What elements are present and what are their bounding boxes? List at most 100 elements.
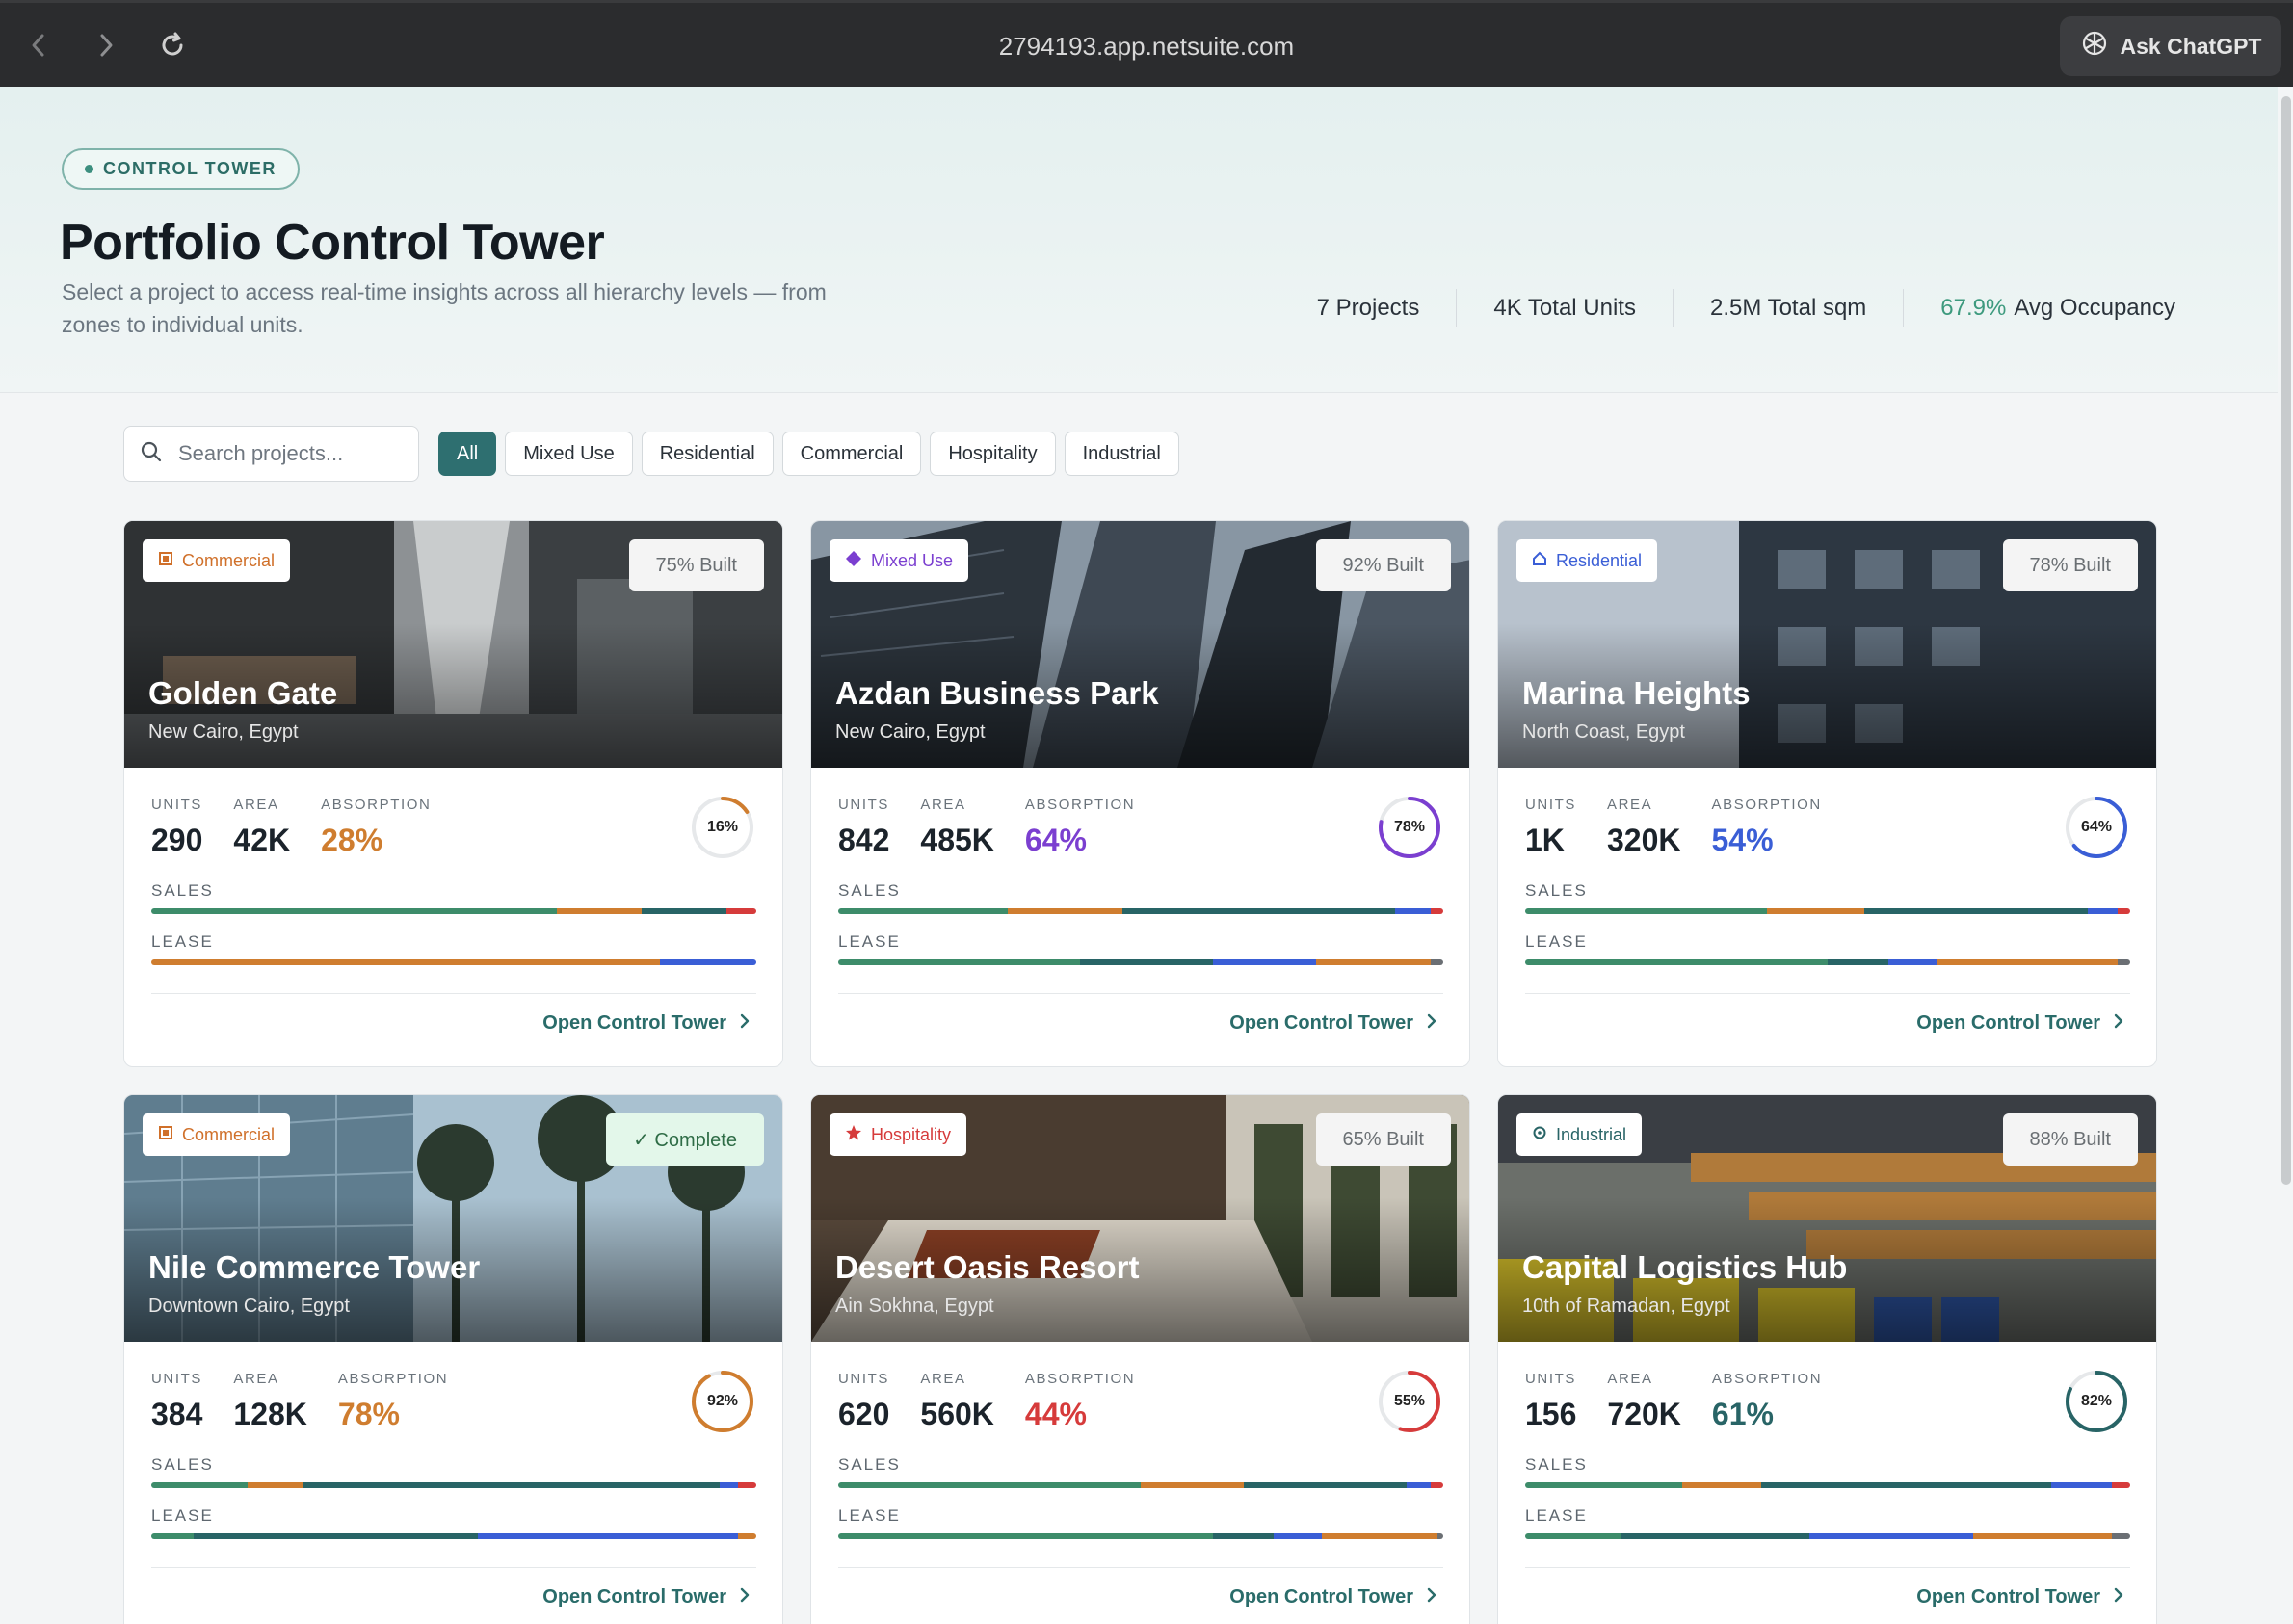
filter-chip-all[interactable]: All [438, 432, 497, 476]
metric-area: AREA 560K [920, 1371, 994, 1432]
metric-area: AREA 128K [233, 1371, 307, 1432]
project-type-badge: Industrial [1516, 1113, 1643, 1156]
project-card[interactable]: Residential 78% Built Marina Heights North … [1497, 520, 2157, 1067]
filter-chip-mixed-use[interactable]: Mixed Use [505, 432, 633, 476]
page-scrollbar[interactable] [2281, 96, 2291, 1185]
lease-bar-segment [1316, 959, 1432, 965]
lease-bar-segment [1828, 959, 1888, 965]
lease-label: LEASE [1525, 932, 1588, 951]
sales-bar-segment [248, 1482, 303, 1488]
sales-bar-segment [1394, 908, 1432, 914]
gear-icon [1532, 1125, 1547, 1145]
filter-chip-industrial[interactable]: Industrial [1064, 432, 1179, 476]
project-type-label: Commercial [182, 550, 276, 570]
open-control-tower-link[interactable]: Open Control Tower [1916, 1012, 2123, 1035]
sales-bar [151, 908, 756, 914]
lease-bar [151, 959, 756, 965]
lease-label: LEASE [151, 932, 214, 951]
project-card[interactable]: Industrial 88% Built Capital Logistics Hub… [1497, 1094, 2157, 1624]
chatgpt-logo-icon [2080, 29, 2109, 64]
filter-chip-residential[interactable]: Residential [641, 432, 774, 476]
sales-label: SALES [1525, 1455, 1588, 1474]
metric-value: 842 [838, 823, 890, 857]
open-control-tower-link[interactable]: Open Control Tower [1229, 1012, 1436, 1035]
lease-bar-segment [1431, 959, 1443, 965]
chevron-right-icon [740, 1012, 750, 1035]
lease-label: LEASE [838, 932, 901, 951]
sales-bar-segment [1682, 1482, 1761, 1488]
lease-bar-segment [1436, 1533, 1443, 1539]
sales-bar-segment [2051, 1482, 2113, 1488]
sales-bar-segment [1407, 1482, 1432, 1488]
open-control-tower-label: Open Control Tower [542, 1012, 726, 1034]
sales-bar-segment [151, 1482, 249, 1488]
sales-bar-segment [738, 1482, 756, 1488]
open-control-tower-link[interactable]: Open Control Tower [1229, 1586, 1436, 1609]
project-name: Golden Gate [148, 675, 338, 711]
project-name: Nile Commerce Tower [148, 1249, 481, 1285]
project-name: Azdan Business Park [835, 675, 1159, 711]
open-control-tower-link[interactable]: Open Control Tower [1916, 1586, 2123, 1609]
sales-bar-segment [838, 1482, 1141, 1488]
page-title: Portfolio Control Tower [60, 215, 605, 271]
project-location: New Cairo, Egypt [835, 721, 986, 743]
home-icon [1532, 551, 1547, 571]
lease-bar-segment [1274, 1533, 1323, 1539]
status-dot-icon [85, 165, 93, 173]
lease-bar-segment [1809, 1533, 1973, 1539]
project-card[interactable]: Commercial 75% Built Golden Gate New Cairo,… [123, 520, 783, 1067]
star-icon [845, 1124, 862, 1146]
card-divider [151, 1567, 756, 1568]
ask-chatgpt-button[interactable]: Ask ChatGPT [2060, 16, 2281, 76]
search-input[interactable] [178, 441, 390, 466]
metric-value: 320K [1607, 823, 1681, 857]
lease-bar [151, 1533, 756, 1539]
sales-bar-segment [720, 1482, 739, 1488]
lease-bar [838, 959, 1443, 965]
portfolio-stats: 7 Projects 4K Total Units 2.5M Total sqm… [1280, 289, 2212, 327]
card-divider [1525, 1567, 2130, 1568]
lease-bar-segment [2118, 959, 2130, 965]
category-chips: All Mixed Use Residential Commercial Hospita… [438, 432, 1188, 476]
progress-ring: 64% [2064, 795, 2129, 860]
sales-bar-segment [151, 908, 557, 914]
project-type-badge: Commercial [143, 1113, 291, 1156]
lease-bar-segment [659, 959, 756, 965]
metric-label: UNITS [838, 797, 889, 813]
metric-label: AREA [233, 797, 279, 813]
project-card[interactable]: Hospitality 65% Built Desert Oasis Resort A… [810, 1094, 1470, 1624]
progress-ring-label: 92% [706, 1393, 739, 1409]
lease-bar-segment [478, 1533, 739, 1539]
metric-absorption: ABSORPTION 28% [321, 797, 431, 858]
project-card[interactable]: Commercial ✓ Complete Nile Commerce Tower D… [123, 1094, 783, 1624]
metric-label: ABSORPTION [1711, 1371, 1823, 1387]
project-card[interactable]: Mixed Use 92% Built Azdan Business Park New… [810, 520, 1470, 1067]
filter-chip-commercial[interactable]: Commercial [781, 432, 922, 476]
metric-label: UNITS [151, 797, 202, 813]
chevron-right-icon [2114, 1012, 2123, 1035]
project-type-label: Mixed Use [871, 550, 954, 570]
open-control-tower-link[interactable]: Open Control Tower [542, 1586, 750, 1609]
address-bar[interactable]: 2794193.app.netsuite.com [0, 32, 2293, 62]
sales-bar-segment [1863, 908, 2089, 914]
metric-units: UNITS 156 [1525, 1371, 1576, 1432]
project-name: Desert Oasis Resort [835, 1249, 1140, 1285]
page-header: CONTROL TOWER Portfolio Control Tower Se… [0, 87, 2278, 393]
lease-label: LEASE [838, 1506, 901, 1525]
search-icon [140, 440, 163, 468]
sales-bar [1525, 1482, 2130, 1488]
open-control-tower-link[interactable]: Open Control Tower [542, 1012, 750, 1035]
progress-ring-label: 55% [1393, 1393, 1426, 1409]
project-location: Ain Sokhna, Egypt [835, 1296, 994, 1317]
sales-bar-segment [1760, 1482, 2052, 1488]
project-type-label: Hospitality [871, 1124, 952, 1144]
metric-label: AREA [920, 797, 966, 813]
open-control-tower-label: Open Control Tower [542, 1586, 726, 1608]
section-pill-label: CONTROL TOWER [103, 159, 277, 178]
metric-label: UNITS [838, 1371, 889, 1387]
progress-ring-label: 82% [2080, 1393, 2113, 1409]
metric-label: AREA [920, 1371, 966, 1387]
filter-chip-hospitality[interactable]: Hospitality [930, 432, 1056, 476]
search-box[interactable] [123, 426, 419, 482]
progress-ring: 92% [690, 1369, 755, 1434]
